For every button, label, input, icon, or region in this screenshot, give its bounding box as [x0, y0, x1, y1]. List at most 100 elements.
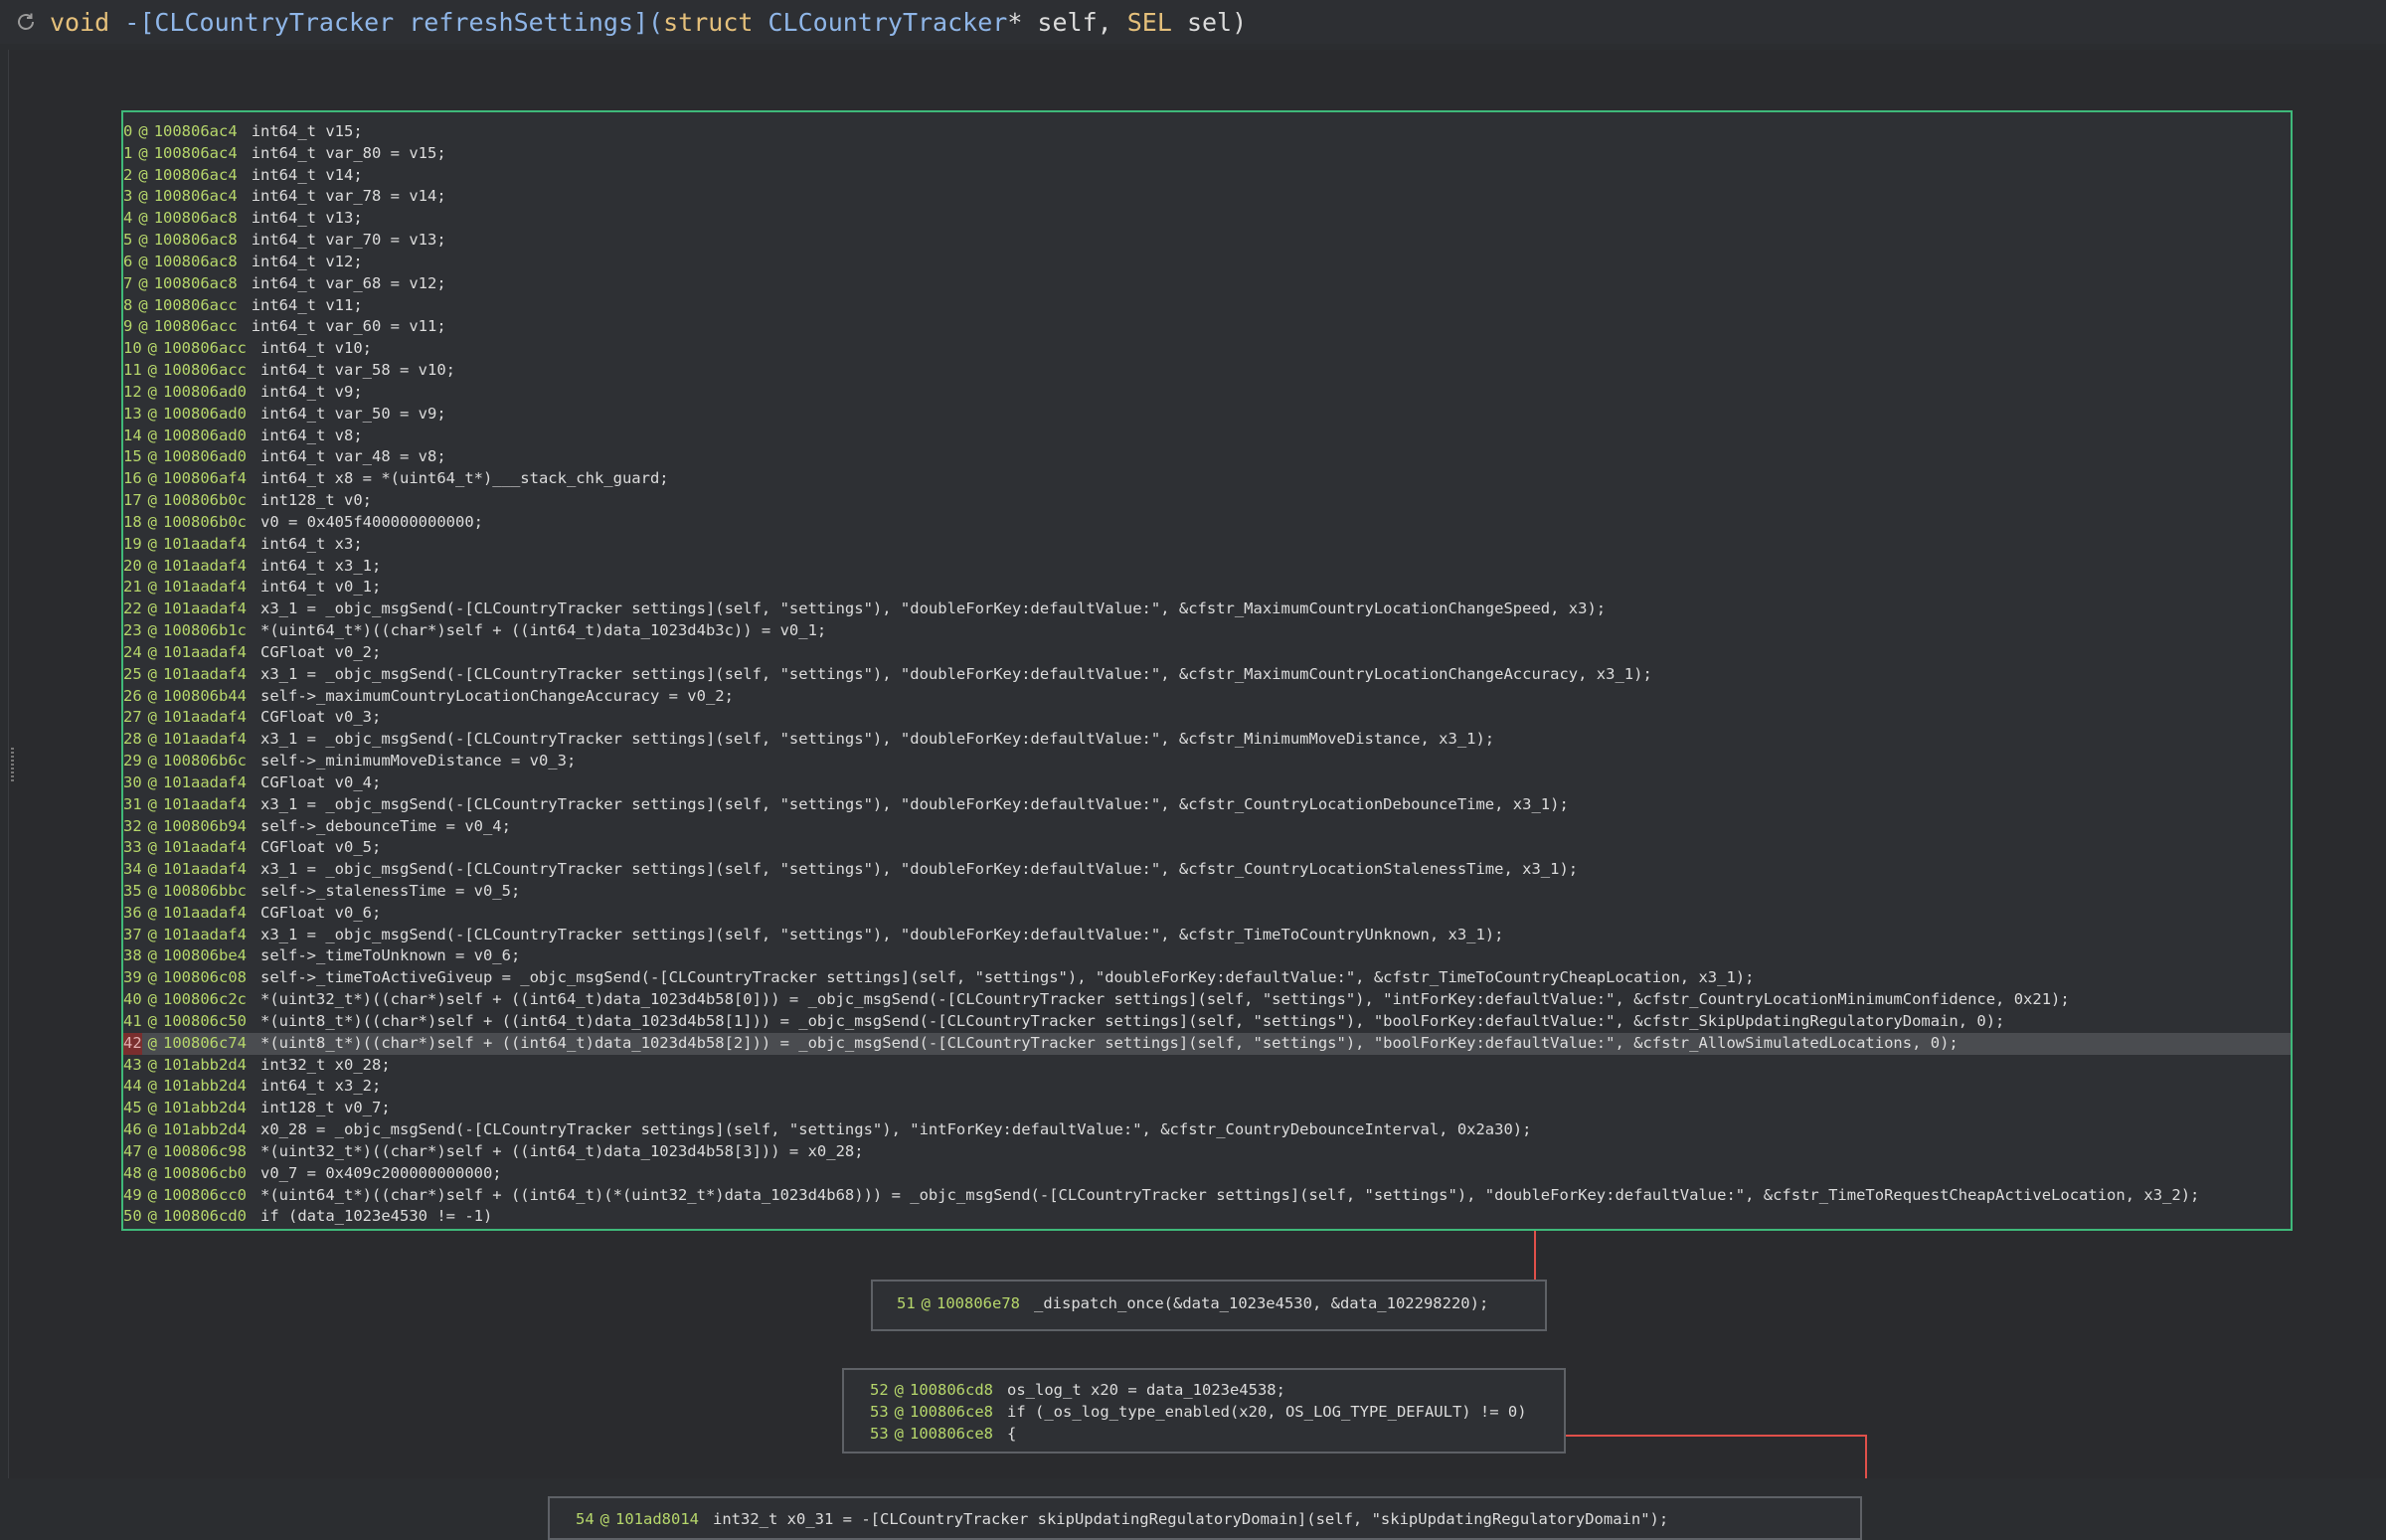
code-line[interactable]: 11 @100806acc int64_t var_58 = v10; [123, 360, 2291, 382]
code-line[interactable]: 40 @100806c2c *(uint32_t*)((char*)self + (… [123, 989, 2291, 1011]
code-line[interactable]: 48 @100806cb0 v0_7 = 0x409c200000000000; [123, 1163, 2291, 1185]
signature-part: struct [663, 7, 768, 37]
code-line[interactable]: 33 @101aadaf4 CGFloat v0_5; [123, 837, 2291, 859]
code-line[interactable]: 36 @101aadaf4 CGFloat v0_6; [123, 903, 2291, 925]
code-line[interactable]: 21 @101aadaf4 int64_t v0_1; [123, 577, 2291, 599]
line-number: 27 [123, 708, 142, 727]
code-line[interactable]: 9 @100806acc int64_t var_60 = v11; [123, 316, 2291, 338]
at-separator: @ [138, 295, 148, 314]
basic-block-54[interactable]: 54 @101ad8014 int32_t x0_31 = -[CLCountryT… [548, 1496, 1862, 1540]
basic-block-52[interactable]: 52 @100806cd8 os_log_t x20 = data_1023e453… [842, 1368, 1566, 1454]
code-text: self->_stalenessTime = v0_5; [260, 881, 521, 900]
at-separator: @ [138, 209, 148, 228]
code-line[interactable]: 31 @101aadaf4 x3_1 = _objc_msgSend(-[CLCou… [123, 794, 2291, 816]
line-number: 36 [123, 903, 142, 922]
code-line[interactable]: 34 @101aadaf4 x3_1 = _objc_msgSend(-[CLCou… [123, 859, 2291, 881]
at-separator: @ [147, 599, 158, 618]
line-number: 49 [123, 1185, 142, 1204]
code-text: int64_t x3; [260, 534, 363, 553]
code-line[interactable]: 0 @100806ac4 int64_t v15; [123, 121, 2291, 143]
code-line[interactable]: 20 @101aadaf4 int64_t x3_1; [123, 556, 2291, 578]
at-separator: @ [147, 752, 158, 770]
code-line[interactable]: 32 @100806b94 self->_debounceTime = v0_4; [123, 816, 2291, 838]
instruction-address: 101aadaf4 [163, 664, 248, 683]
instruction-address: 101ad8014 [615, 1510, 700, 1528]
code-line[interactable]: 46 @101abb2d4 x0_28 = _objc_msgSend(-[CLCo… [123, 1119, 2291, 1141]
line-number: 39 [123, 968, 142, 987]
code-line[interactable]: 53 @100806ce8 { [870, 1424, 1550, 1446]
code-line[interactable]: 38 @100806be4 self->_timeToUnknown = v0_6; [123, 945, 2291, 967]
at-separator: @ [147, 881, 158, 900]
instruction-address: 100806ad0 [163, 426, 248, 444]
code-line[interactable]: 2 @100806ac4 int64_t v14; [123, 165, 2291, 187]
code-text: { [1007, 1424, 1017, 1443]
code-text: int64_t v13; [251, 209, 363, 228]
code-line[interactable]: 7 @100806ac8 int64_t var_68 = v12; [123, 273, 2291, 295]
code-line[interactable]: 1 @100806ac4 int64_t var_80 = v15; [123, 143, 2291, 165]
instruction-address: 100806b94 [163, 816, 248, 835]
code-line[interactable]: 16 @100806af4 int64_t x8 = *(uint64_t*)___… [123, 468, 2291, 490]
code-line[interactable]: 15 @100806ad0 int64_t var_48 = v8; [123, 446, 2291, 468]
code-line[interactable]: 37 @101aadaf4 x3_1 = _objc_msgSend(-[CLCou… [123, 925, 2291, 946]
code-line[interactable]: 6 @100806ac8 int64_t v12; [123, 252, 2291, 273]
at-separator: @ [147, 361, 158, 380]
instruction-address: 101abb2d4 [163, 1120, 248, 1139]
code-text: int64_t v15; [251, 122, 363, 140]
code-line[interactable]: 30 @101aadaf4 CGFloat v0_4; [123, 772, 2291, 794]
code-line[interactable]: 14 @100806ad0 int64_t v8; [123, 426, 2291, 447]
code-line[interactable]: 51 @100806e78 _dispatch_once(&data_1023e45… [897, 1293, 1531, 1315]
at-separator: @ [599, 1510, 610, 1528]
code-line[interactable]: 47 @100806c98 *(uint32_t*)((char*)self + (… [123, 1141, 2291, 1163]
code-line[interactable]: 39 @100806c08 self->_timeToActiveGiveup = … [123, 967, 2291, 989]
code-line[interactable]: 42 @100806c74 *(uint8_t*)((char*)self + ((… [123, 1032, 2291, 1055]
instruction-address: 100806ac4 [153, 187, 238, 206]
code-line[interactable]: 24 @101aadaf4 CGFloat v0_2; [123, 642, 2291, 664]
code-line[interactable]: 53 @100806ce8 if (_os_log_type_enabled(x20… [870, 1402, 1550, 1424]
instruction-address: 101aadaf4 [163, 794, 248, 813]
code-line[interactable]: 41 @100806c50 *(uint8_t*)((char*)self + ((… [123, 1011, 2291, 1033]
line-number: 17 [123, 491, 142, 510]
code-line[interactable]: 18 @100806b0c v0 = 0x405f400000000000; [123, 512, 2291, 534]
instruction-address: 100806cb0 [163, 1163, 248, 1182]
line-number: 45 [123, 1099, 142, 1117]
at-separator: @ [147, 512, 158, 531]
code-line[interactable]: 26 @100806b44 self->_maximumCountryLocatio… [123, 686, 2291, 708]
signature-part: CLCountryTracker [767, 7, 1008, 37]
line-number: 35 [123, 881, 142, 900]
line-number: 53 [870, 1402, 889, 1421]
refresh-icon[interactable] [14, 10, 38, 34]
graph-canvas[interactable]: 0 @100806ac4 int64_t v15; 1 @100806ac4 int64_… [8, 50, 2386, 1540]
code-line[interactable]: 3 @100806ac4 int64_t var_78 = v14; [123, 186, 2291, 208]
code-line[interactable]: 29 @100806b6c self->_minimumMoveDistance =… [123, 751, 2291, 772]
code-line[interactable]: 8 @100806acc int64_t v11; [123, 295, 2291, 317]
code-line[interactable]: 54 @101ad8014 int32_t x0_31 = -[CLCountryT… [576, 1509, 1846, 1531]
code-text: int32_t x0_28; [260, 1055, 391, 1074]
function-signature[interactable]: void -[CLCountryTracker refreshSettings]… [50, 8, 1247, 37]
code-line[interactable]: 4 @100806ac8 int64_t v13; [123, 208, 2291, 230]
code-line[interactable]: 13 @100806ad0 int64_t var_50 = v9; [123, 404, 2291, 426]
code-line[interactable]: 50 @100806cd0 if (data_1023e4530 != -1) [123, 1206, 2291, 1228]
entry-basic-block[interactable]: 0 @100806ac4 int64_t v15; 1 @100806ac4 int64_… [121, 110, 2293, 1231]
code-line[interactable]: 43 @101abb2d4 int32_t x0_28; [123, 1055, 2291, 1077]
code-line[interactable]: 27 @101aadaf4 CGFloat v0_3; [123, 707, 2291, 729]
code-line[interactable]: 52 @100806cd8 os_log_t x20 = data_1023e453… [870, 1380, 1550, 1402]
code-line[interactable]: 22 @101aadaf4 x3_1 = _objc_msgSend(-[CLCou… [123, 599, 2291, 620]
code-line[interactable]: 10 @100806acc int64_t v10; [123, 338, 2291, 360]
at-separator: @ [147, 838, 158, 857]
at-separator: @ [138, 231, 148, 250]
code-line[interactable]: 12 @100806ad0 int64_t v9; [123, 382, 2291, 404]
at-separator: @ [147, 339, 158, 358]
code-line[interactable]: 17 @100806b0c int128_t v0; [123, 490, 2291, 512]
instruction-address: 100806ac4 [153, 165, 238, 184]
code-line[interactable]: 28 @101aadaf4 x3_1 = _objc_msgSend(-[CLCou… [123, 729, 2291, 751]
code-text: int128_t v0; [260, 491, 372, 510]
code-line[interactable]: 23 @100806b1c *(uint64_t*)((char*)self + (… [123, 620, 2291, 642]
code-line[interactable]: 19 @101aadaf4 int64_t x3; [123, 534, 2291, 556]
code-line[interactable]: 35 @100806bbc self->_stalenessTime = v0_5; [123, 881, 2291, 903]
code-line[interactable]: 45 @101abb2d4 int128_t v0_7; [123, 1098, 2291, 1119]
code-line[interactable]: 25 @101aadaf4 x3_1 = _objc_msgSend(-[CLCou… [123, 664, 2291, 686]
code-line[interactable]: 44 @101abb2d4 int64_t x3_2; [123, 1076, 2291, 1098]
code-line[interactable]: 5 @100806ac8 int64_t var_70 = v13; [123, 230, 2291, 252]
code-line[interactable]: 49 @100806cc0 *(uint64_t*)((char*)self + (… [123, 1185, 2291, 1207]
basic-block-51[interactable]: 51 @100806e78 _dispatch_once(&data_1023e45… [871, 1280, 1547, 1331]
